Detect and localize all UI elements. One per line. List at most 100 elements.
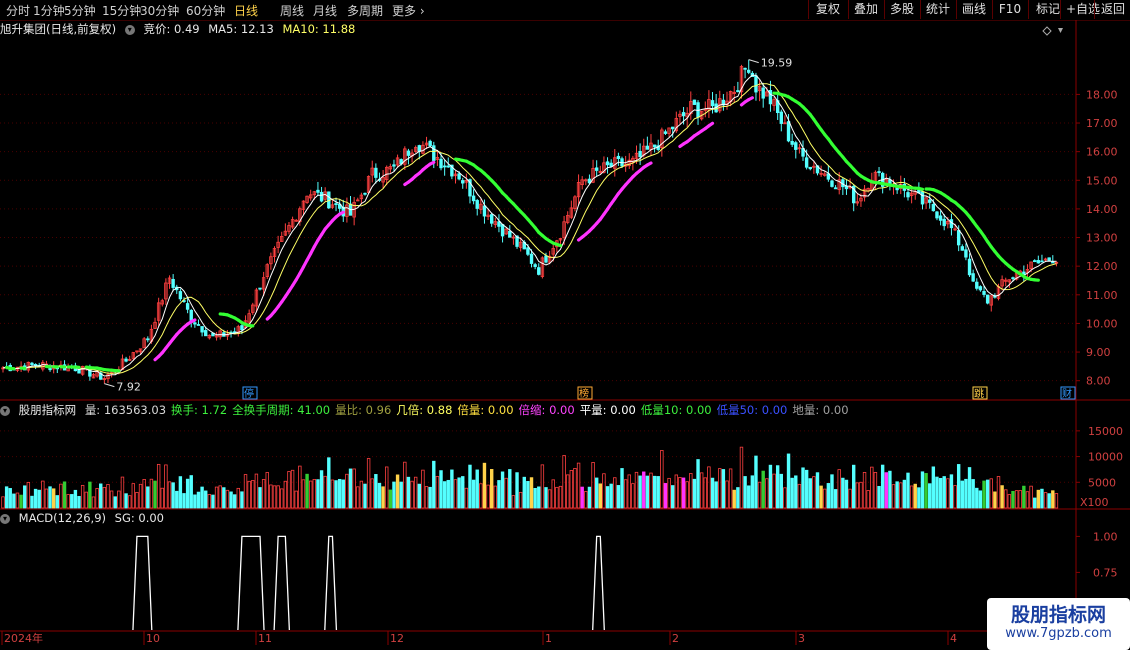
volume-bar: [363, 483, 367, 509]
period-tab-9[interactable]: 多周期: [347, 2, 383, 19]
volume-bar: [12, 493, 16, 509]
candle-body: [692, 99, 697, 105]
volume-bar: [80, 484, 85, 509]
candle-body: [652, 144, 657, 148]
candle-body: [830, 180, 834, 187]
candle-body: [1036, 260, 1041, 264]
period-tab-1[interactable]: 1分钟: [33, 2, 65, 19]
toolbar-button-8[interactable]: 返回: [1094, 0, 1130, 19]
candle-body: [533, 264, 537, 267]
volume-bar: [1014, 490, 1019, 509]
volume-bar: [529, 477, 534, 509]
volume-bar: [848, 488, 852, 509]
candle-body: [833, 187, 838, 190]
high-marker: [748, 59, 759, 64]
volume-bar: [989, 478, 993, 509]
volume-bar: [537, 486, 541, 509]
toolbar-button-5[interactable]: F10: [992, 0, 1027, 19]
volume-tick-label: 5000: [1088, 476, 1116, 489]
low-marker: [104, 383, 115, 388]
period-tab-4[interactable]: 30分钟: [140, 2, 179, 19]
volume-bar: [482, 462, 487, 509]
volume-bar: [51, 488, 56, 509]
macd-pulse: [273, 535, 291, 631]
candle-body: [779, 111, 783, 124]
volume-bar: [645, 475, 650, 509]
period-tab-8[interactable]: 月线: [313, 2, 337, 19]
volume-bar: [229, 491, 233, 509]
volume-bar: [1040, 488, 1044, 509]
volume-bar: [765, 478, 769, 509]
volume-bar: [837, 469, 841, 509]
volume-bar: [928, 483, 932, 509]
volume-bar: [504, 477, 508, 509]
volume-bar: [909, 485, 914, 509]
volume-bar: [88, 481, 92, 509]
candle-body: [804, 157, 809, 168]
toolbar-button-4[interactable]: 画线: [956, 0, 991, 19]
period-tab-0[interactable]: 分时: [6, 2, 30, 19]
volume-bar: [508, 469, 512, 509]
volume-bar: [59, 483, 63, 509]
volume-bar: [674, 474, 679, 509]
volume-bar: [960, 480, 964, 509]
volume-bar: [801, 467, 805, 509]
volume-bar: [316, 479, 320, 509]
volume-bar: [261, 479, 266, 509]
volume-bar: [993, 491, 997, 509]
volume-bar: [102, 486, 107, 509]
volume-bar: [761, 470, 765, 509]
volume-bar: [985, 479, 990, 509]
volume-bar: [19, 494, 23, 509]
toolbar-button-0[interactable]: 复权: [808, 0, 847, 19]
period-tab-7[interactable]: 周线: [280, 2, 304, 19]
ma20-segment: [917, 186, 925, 191]
volume-bar: [73, 489, 78, 509]
volume-bar: [804, 469, 809, 509]
candle-body: [428, 140, 432, 147]
volume-bar: [337, 478, 342, 509]
period-tab-10[interactable]: 更多 ›: [392, 2, 425, 19]
volume-bar: [841, 477, 845, 509]
volume-bar: [605, 486, 610, 509]
volume-bar: [319, 470, 324, 509]
watermark-url: www.7gpzb.com: [1005, 626, 1112, 641]
period-tab-6[interactable]: 日线: [234, 2, 258, 19]
volume-bar: [772, 473, 776, 509]
volume-bar: [638, 475, 642, 509]
toolbar-button-1[interactable]: 叠加: [848, 0, 883, 19]
macd-signal: [132, 535, 605, 631]
volume-bar: [385, 466, 389, 509]
volume-bar: [663, 483, 668, 509]
volume-bar: [714, 481, 718, 509]
volume-bar: [410, 480, 414, 509]
x-axis-label: 12: [390, 632, 404, 645]
volume-bar: [938, 477, 943, 509]
candle-body: [1051, 261, 1055, 264]
candle-body: [196, 324, 201, 326]
period-tab-5[interactable]: 60分钟: [186, 2, 225, 19]
volume-bar: [699, 472, 704, 509]
toolbar-button-3[interactable]: 统计: [920, 0, 955, 19]
period-tab-3[interactable]: 15分钟: [102, 2, 141, 19]
ma20-segment: [428, 160, 436, 166]
volume-bar: [142, 479, 146, 509]
period-tab-2[interactable]: 5分钟: [64, 2, 96, 19]
volume-bar: [428, 486, 432, 509]
volume-bar: [917, 487, 921, 509]
candle-body: [786, 121, 791, 142]
x-axis-label: 1: [545, 632, 552, 645]
candle-body: [363, 192, 367, 195]
volume-bar: [214, 486, 219, 509]
price-tick-label: 8.00: [1086, 375, 1111, 388]
volume-bar: [204, 490, 208, 509]
volume-bar: [692, 478, 697, 509]
toolbar-button-2[interactable]: 多股: [884, 0, 919, 19]
volume-bar: [833, 489, 838, 509]
candle-body: [645, 145, 650, 150]
volume-bar: [602, 473, 606, 509]
volume-bar: [439, 470, 443, 509]
candle-body: [605, 161, 610, 166]
volume-bar: [486, 484, 490, 509]
volume-bar: [870, 466, 874, 509]
